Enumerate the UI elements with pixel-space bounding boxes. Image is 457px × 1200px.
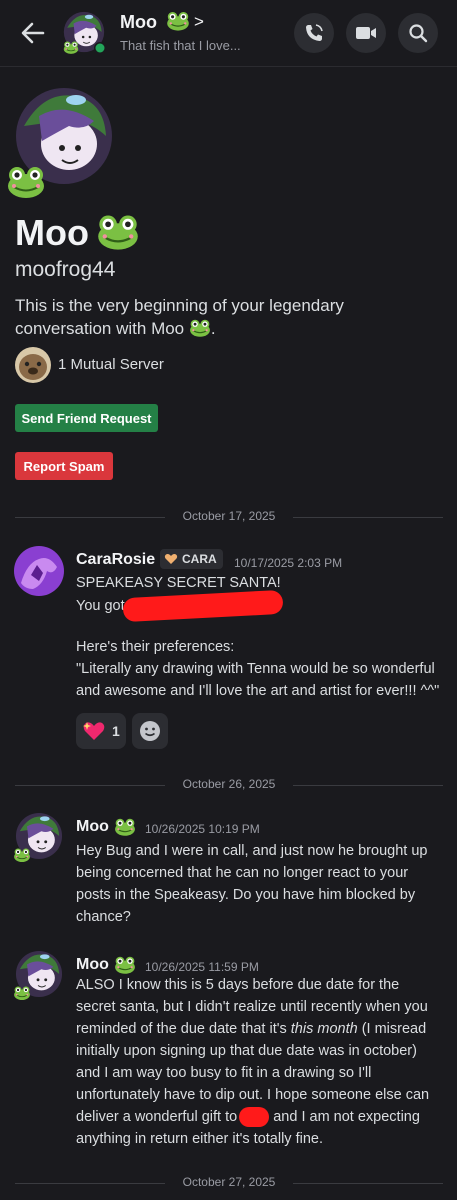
message-avatar[interactable] [13, 950, 65, 1002]
header-user-name[interactable]: Moo [120, 12, 157, 33]
message-avatar[interactable] [13, 812, 65, 864]
message-line: Here's their preferences: [76, 639, 235, 655]
video-camera-icon [356, 27, 376, 39]
server-icon[interactable] [14, 346, 52, 384]
profile-username: moofrog44 [15, 258, 116, 281]
message-author[interactable]: Moo [76, 818, 109, 836]
reaction-count: 1 [112, 723, 120, 739]
reaction-sparkle-heart[interactable]: 1 [76, 713, 126, 749]
frog-emoji-icon [114, 818, 136, 836]
message-timestamp: 10/26/2025 10:19 PM [145, 822, 260, 836]
date-divider-label: October 17, 2025 [182, 509, 276, 523]
phone-icon [306, 24, 323, 41]
chevron-right-icon[interactable]: > [194, 12, 204, 32]
smiley-icon [140, 721, 160, 741]
header-status-text: That fish that I love... [120, 38, 241, 53]
date-divider: October 17, 2025 [15, 507, 443, 527]
sparkling-heart-icon [83, 722, 105, 740]
intro-text: This is the very beginning of your legen… [15, 296, 344, 338]
server-tag-badge[interactable]: CARA [160, 549, 223, 569]
message-author[interactable]: CaraRosie [76, 551, 155, 569]
intro-text-content: This is the very beginning of your legen… [15, 296, 344, 338]
frog-emoji-icon [96, 214, 140, 250]
add-reaction-button[interactable] [132, 713, 168, 749]
report-spam-button[interactable]: Report Spam [15, 452, 113, 480]
frog-emoji-icon [189, 319, 211, 337]
avatar[interactable] [63, 11, 109, 57]
date-divider-label: October 26, 2025 [182, 777, 276, 791]
search-button[interactable] [398, 13, 438, 53]
message-line: You got: [76, 589, 442, 623]
message-timestamp: 10/17/2025 2:03 PM [234, 556, 343, 570]
message-content: Hey Bug and I were in call, and just now… [76, 843, 428, 925]
message-line: "Literally any drawing with Tenna would … [76, 661, 440, 699]
redaction-mark [122, 589, 284, 623]
chat-header: Moo > That fish that I love... [0, 0, 457, 67]
date-divider: October 26, 2025 [15, 775, 443, 795]
frog-emoji-icon [166, 11, 190, 31]
profile-display-name: Moo [15, 212, 89, 253]
message-content: SPEAKEASY SECRET SANTA! You got: Here's … [76, 572, 442, 702]
mutual-servers-label[interactable]: 1 Mutual Server [58, 356, 164, 373]
heart-icon [164, 554, 178, 564]
message-avatar[interactable] [13, 545, 65, 597]
message-content: ALSO I know this is 5 days before due da… [76, 977, 430, 1147]
back-arrow-icon[interactable] [18, 18, 48, 48]
profile-avatar[interactable] [6, 86, 116, 202]
video-call-button[interactable] [346, 13, 386, 53]
server-tag-label: CARA [182, 552, 217, 566]
date-divider-label: October 27, 2025 [182, 1175, 276, 1189]
redaction-mark [239, 1107, 270, 1128]
date-divider: October 27, 2025 [15, 1173, 443, 1193]
frog-emoji-icon [114, 956, 136, 974]
message-timestamp: 10/26/2025 11:59 PM [145, 960, 259, 974]
search-icon [409, 24, 428, 43]
voice-call-button[interactable] [294, 13, 334, 53]
online-status-dot [95, 43, 105, 53]
send-friend-request-button[interactable]: Send Friend Request [15, 404, 158, 432]
message-author[interactable]: Moo [76, 956, 109, 974]
